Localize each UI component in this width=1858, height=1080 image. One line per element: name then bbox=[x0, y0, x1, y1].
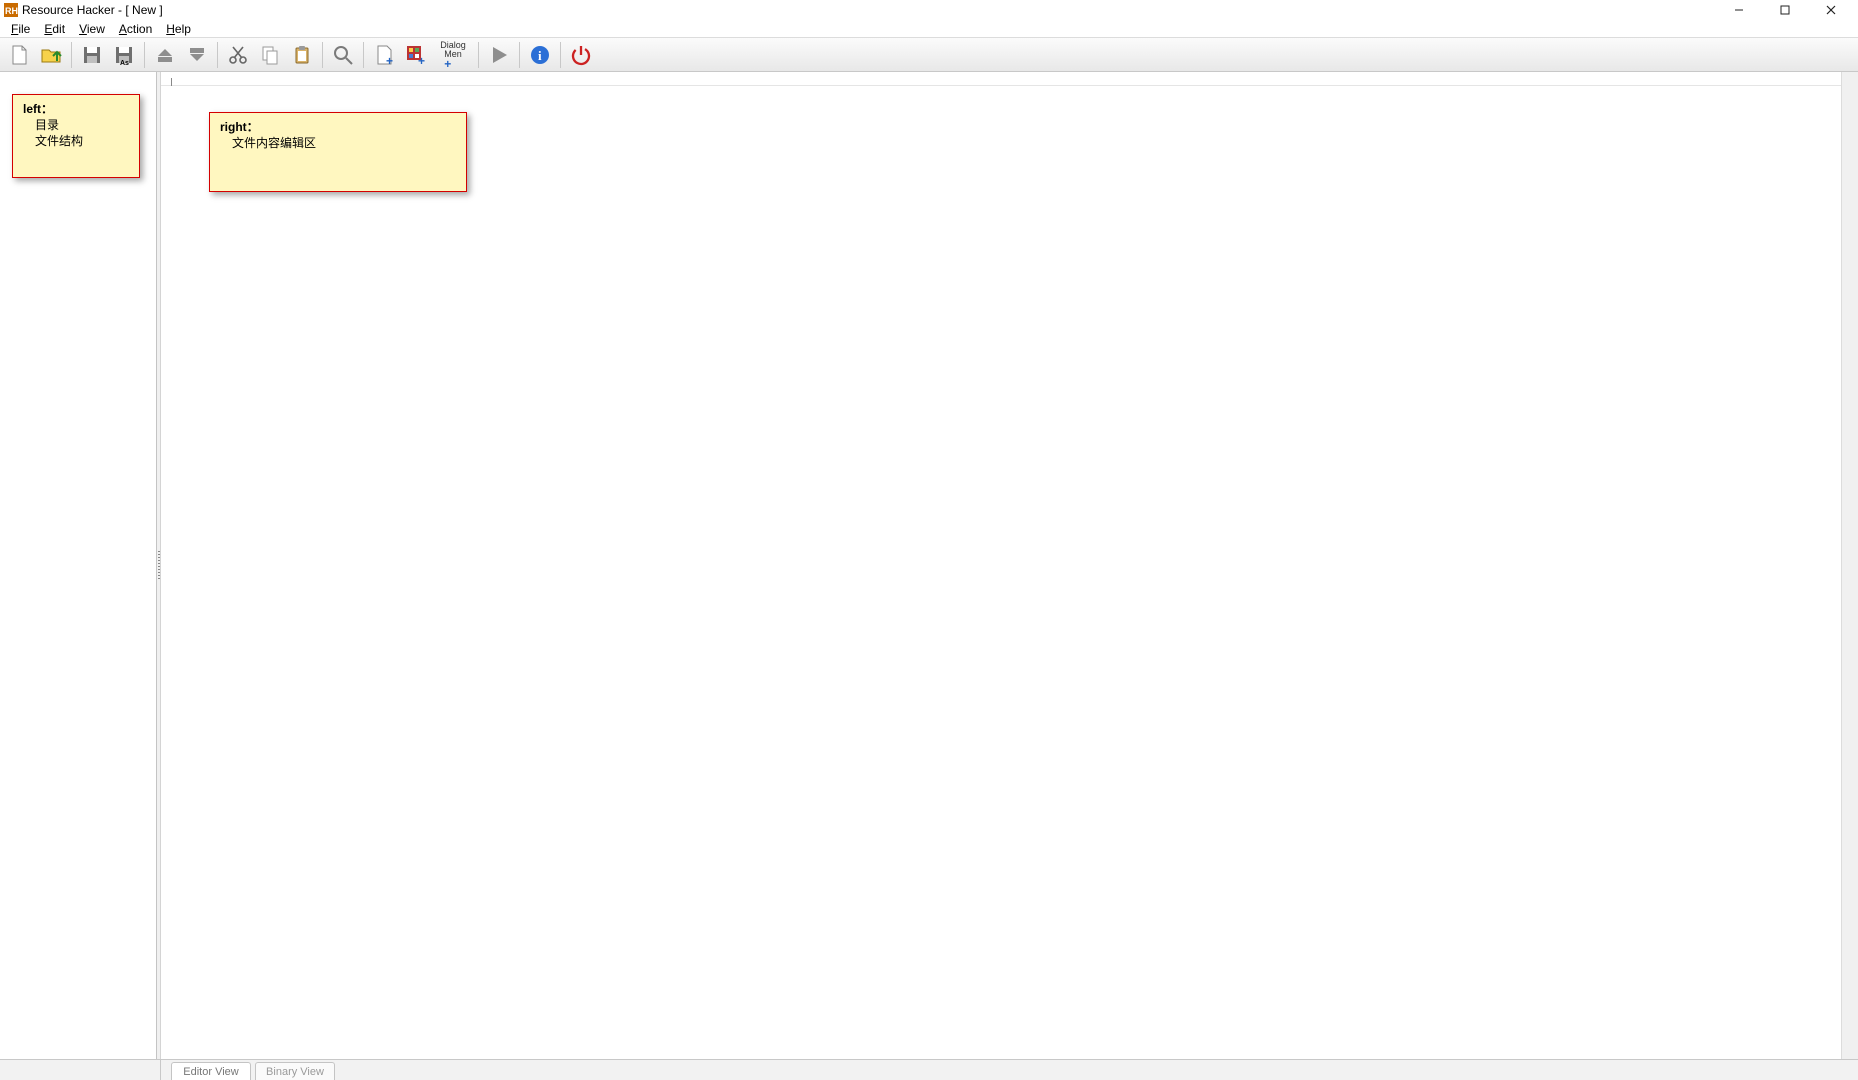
window-title: Resource Hacker - [ New ] bbox=[22, 3, 163, 17]
new-file-button[interactable] bbox=[4, 40, 34, 70]
toolbar: As + + Dialog Men+ bbox=[0, 38, 1858, 72]
minimize-button[interactable] bbox=[1716, 0, 1762, 20]
tab-binary-view-label: Binary View bbox=[266, 1066, 324, 1078]
tab-editor-view[interactable]: Editor View bbox=[171, 1062, 251, 1080]
maximize-button[interactable] bbox=[1762, 0, 1808, 20]
main-area: left： 目录 文件结构 right： 文件内容编辑区 bbox=[0, 72, 1858, 1059]
vertical-scrollbar[interactable] bbox=[1841, 72, 1858, 1059]
exit-button[interactable] bbox=[566, 40, 596, 70]
copy-button[interactable] bbox=[255, 40, 285, 70]
annotation-left-head: left： bbox=[23, 101, 129, 117]
menubar: File Edit View Action Help bbox=[0, 20, 1858, 38]
svg-text:RH: RH bbox=[5, 6, 18, 16]
annotation-left-line2: 文件结构 bbox=[23, 133, 129, 149]
menu-edit[interactable]: Edit bbox=[37, 21, 72, 37]
svg-text:+: + bbox=[418, 54, 425, 67]
statusbar-left-cell bbox=[0, 1060, 161, 1080]
statusbar: Editor View Binary View bbox=[0, 1059, 1858, 1080]
bottom-tabstrip: Editor View Binary View bbox=[161, 1060, 1858, 1080]
search-button[interactable] bbox=[328, 40, 358, 70]
cut-button[interactable] bbox=[223, 40, 253, 70]
annotation-right-head: right： bbox=[220, 119, 456, 135]
editor-pane: right： 文件内容编辑区 bbox=[161, 72, 1858, 1059]
annotation-right-note: right： 文件内容编辑区 bbox=[209, 112, 467, 192]
add-script-button[interactable]: + bbox=[369, 40, 399, 70]
run-script-button[interactable] bbox=[484, 40, 514, 70]
add-dialog-menu-button[interactable]: Dialog Men+ bbox=[433, 40, 473, 70]
menu-help[interactable]: Help bbox=[159, 21, 198, 37]
svg-text:As: As bbox=[120, 60, 129, 67]
editor-ruler bbox=[161, 72, 1841, 86]
add-binary-resource-button[interactable]: + bbox=[401, 40, 431, 70]
annotation-right-line1: 文件内容编辑区 bbox=[220, 135, 456, 151]
menu-view[interactable]: View bbox=[72, 21, 112, 37]
menu-action[interactable]: Action bbox=[112, 21, 159, 37]
svg-text:i: i bbox=[538, 48, 542, 63]
annotation-left-line1: 目录 bbox=[23, 117, 129, 133]
tab-editor-view-label: Editor View bbox=[183, 1066, 238, 1078]
tree-pane[interactable]: left： 目录 文件结构 bbox=[0, 72, 157, 1059]
import-resource-button[interactable] bbox=[150, 40, 180, 70]
save-as-button[interactable]: As bbox=[109, 40, 139, 70]
editor-body[interactable]: right： 文件内容编辑区 bbox=[161, 86, 1841, 1059]
svg-text:+: + bbox=[386, 54, 393, 67]
window-controls bbox=[1716, 0, 1854, 20]
tab-binary-view[interactable]: Binary View bbox=[255, 1062, 335, 1080]
paste-button[interactable] bbox=[287, 40, 317, 70]
save-button[interactable] bbox=[77, 40, 107, 70]
open-file-button[interactable] bbox=[36, 40, 66, 70]
export-resource-button[interactable] bbox=[182, 40, 212, 70]
annotation-left-note: left： 目录 文件结构 bbox=[12, 94, 140, 178]
menu-file[interactable]: File bbox=[4, 21, 37, 37]
app-icon: RH bbox=[4, 3, 18, 17]
about-button[interactable]: i bbox=[525, 40, 555, 70]
titlebar: RH Resource Hacker - [ New ] bbox=[0, 0, 1858, 20]
close-button[interactable] bbox=[1808, 0, 1854, 20]
